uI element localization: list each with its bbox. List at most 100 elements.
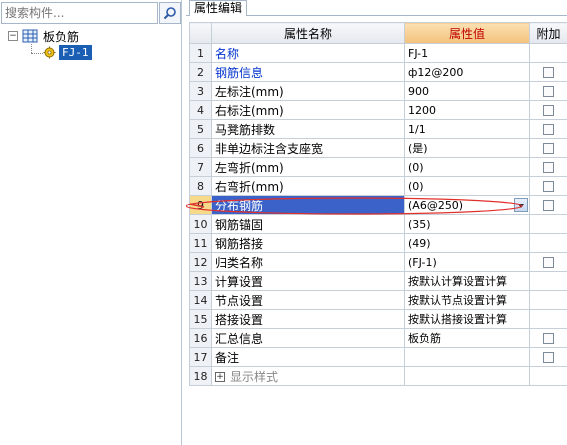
property-value[interactable]: (0) [404,176,530,196]
property-row[interactable]: 1 名称 FJ-1 [189,43,567,63]
tab-property-edit[interactable]: 属性编辑 [189,0,248,16]
property-row[interactable]: 18 + 显示样式 [189,366,567,386]
attach-checkbox[interactable] [543,124,554,135]
attach-checkbox[interactable] [543,181,554,192]
property-value[interactable] [404,366,530,386]
tree-collapse-toggle[interactable]: − [8,31,18,41]
property-value-text: 按默认节点设置计算 [408,294,507,307]
property-name-text: 右弯折(mm) [215,179,284,194]
property-row[interactable]: 6 非单边标注含支座宽 (是) [189,138,567,158]
attach-checkbox[interactable] [543,86,554,97]
header-index [189,22,212,44]
header-property-name[interactable]: 属性名称 [211,22,405,44]
property-value[interactable]: 板负筋 [404,328,530,348]
property-name: 左弯折(mm) [211,157,405,177]
property-value[interactable]: (是) [404,138,530,158]
property-row[interactable]: 9 分布钢筋 (A6@250) [189,195,567,215]
property-value[interactable]: 900 [404,81,530,101]
property-name-text: 归类名称 [215,255,264,270]
property-value[interactable]: 按默认节点设置计算 [404,290,530,310]
attach-cell [529,233,567,253]
attach-cell [529,195,567,215]
property-row[interactable]: 16 汇总信息 板负筋 [189,328,567,348]
attach-cell [529,271,567,291]
property-row[interactable]: 7 左弯折(mm) (0) [189,157,567,177]
property-name-text: 钢筋搭接 [215,236,264,251]
property-row[interactable]: 11 钢筋搭接 (49) [189,233,567,253]
property-name: 非单边标注含支座宽 [211,138,405,158]
row-index: 9 [189,195,212,215]
property-name: 名称 [211,43,405,63]
attach-checkbox[interactable] [543,352,554,363]
attach-checkbox[interactable] [543,162,554,173]
property-row[interactable]: 2 钢筋信息 ф12@200 [189,62,567,82]
row-index: 5 [189,119,212,139]
property-value[interactable]: (49) [404,233,530,253]
tree-node-fj-1[interactable]: FJ-1 [43,44,92,60]
header-attach[interactable]: 附加 [529,22,567,44]
row-index: 7 [189,157,212,177]
property-row[interactable]: 4 右标注(mm) 1200 [189,100,567,120]
search-button[interactable] [159,2,181,24]
attach-checkbox[interactable] [543,333,554,344]
property-value[interactable]: 按默认计算设置计算 [404,271,530,291]
property-name-text: 备注 [215,350,240,365]
property-value-text: FJ-1 [408,46,429,60]
property-name: 左标注(mm) [211,81,405,101]
property-name: 右标注(mm) [211,100,405,120]
row-index: 1 [189,43,212,63]
row-index: 13 [189,271,212,291]
attach-checkbox[interactable] [543,67,554,78]
property-row[interactable]: 5 马凳筋排数 1/1 [189,119,567,139]
property-value-text: 1200 [408,103,436,117]
property-value[interactable]: (35) [404,214,530,234]
property-name: 钢筋搭接 [211,233,405,253]
attach-checkbox[interactable] [543,200,554,211]
search-box[interactable] [1,2,158,24]
property-row[interactable]: 13 计算设置 按默认计算设置计算 [189,271,567,291]
property-value-text: (0) [408,179,424,193]
property-value[interactable] [404,347,530,367]
property-value-text: 板负筋 [408,332,441,345]
property-name-text: 节点设置 [215,293,264,308]
property-value[interactable]: FJ-1 [404,43,530,63]
property-row[interactable]: 12 归类名称 (FJ-1) [189,252,567,272]
property-value[interactable]: 按默认搭接设置计算 [404,309,530,329]
dropdown-arrow-button[interactable] [514,198,528,212]
property-row[interactable]: 17 备注 [189,347,567,367]
property-value[interactable]: 1/1 [404,119,530,139]
property-value[interactable]: (0) [404,157,530,177]
property-value[interactable]: (FJ-1) [404,252,530,272]
property-row[interactable]: 14 节点设置 按默认节点设置计算 [189,290,567,310]
property-value-text: (FJ-1) [408,255,437,269]
attach-checkbox[interactable] [543,257,554,268]
property-value-text: (0) [408,160,424,174]
attach-checkbox[interactable] [543,143,554,154]
search-input[interactable] [2,3,157,23]
property-value[interactable]: 1200 [404,100,530,120]
property-value-text: (A6@250) [408,198,464,212]
expand-plus-icon[interactable]: + [215,372,225,382]
property-row[interactable]: 8 右弯折(mm) (0) [189,176,567,196]
slab-category-icon [22,29,38,43]
property-name: 马凳筋排数 [211,119,405,139]
tree-node-root[interactable]: 板负筋 [22,28,79,44]
property-name-text: 左标注(mm) [215,84,284,99]
component-tree-panel: − 板负筋 FJ-1 [0,0,182,445]
property-row[interactable]: 15 搭接设置 按默认搭接设置计算 [189,309,567,329]
attach-cell [529,119,567,139]
property-row[interactable]: 10 钢筋锚固 (35) [189,214,567,234]
property-name-text: 计算设置 [215,274,264,289]
row-index: 17 [189,347,212,367]
tree-connector [31,53,43,54]
attach-checkbox[interactable] [543,105,554,116]
property-value-text: 1/1 [408,122,426,136]
attach-cell [529,100,567,120]
property-value[interactable]: (A6@250) [404,195,530,215]
property-name: 节点设置 [211,290,405,310]
header-property-value[interactable]: 属性值 [404,22,530,44]
row-index: 2 [189,62,212,82]
tab-bar: 属性编辑 [186,0,567,16]
property-row[interactable]: 3 左标注(mm) 900 [189,81,567,101]
property-value[interactable]: ф12@200 [404,62,530,82]
